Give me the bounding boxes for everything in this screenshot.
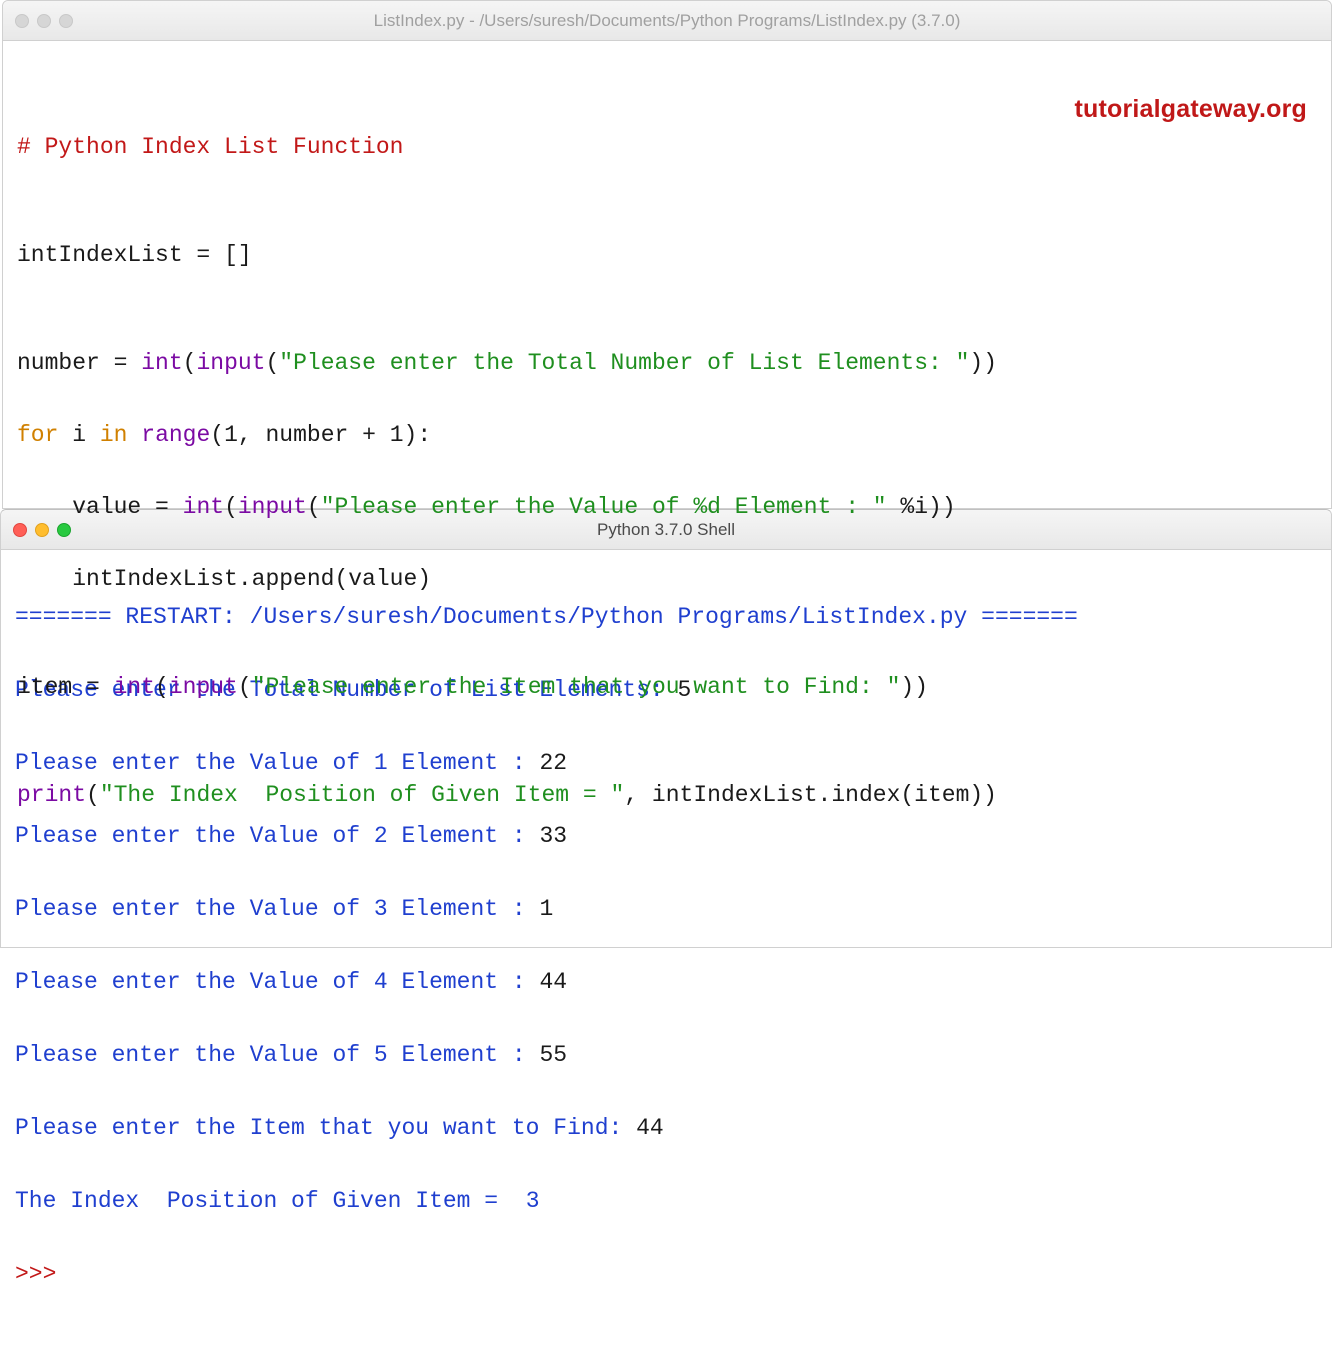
code-builtin: input — [238, 494, 307, 520]
code-text: ( — [265, 350, 279, 376]
code-builtin: input — [169, 674, 238, 700]
code-keyword: in — [100, 422, 128, 448]
shell-prompt: Please enter the Item that you want to F… — [15, 1115, 636, 1141]
code-text: ( — [307, 494, 321, 520]
code-builtin: print — [17, 782, 86, 808]
code-comment: # Python Index List Function — [17, 134, 403, 160]
code-text: ( — [155, 674, 169, 700]
code-text: )) — [969, 350, 997, 376]
code-text: , intIndexList.index(item)) — [624, 782, 997, 808]
minimize-icon[interactable] — [37, 14, 51, 28]
code-text: (1, number + 1): — [210, 422, 431, 448]
code-text: ( — [224, 494, 238, 520]
code-text: i — [58, 422, 99, 448]
close-icon[interactable] — [15, 14, 29, 28]
editor-titlebar[interactable]: ListIndex.py - /Users/suresh/Documents/P… — [3, 1, 1331, 41]
code-text: ( — [238, 674, 252, 700]
editor-traffic-lights — [15, 14, 85, 28]
code-text: )) — [900, 674, 928, 700]
shell-user-input: 44 — [636, 1115, 664, 1141]
code-text: ( — [183, 350, 197, 376]
code-text: ( — [86, 782, 100, 808]
code-builtin: int — [141, 350, 182, 376]
code-text: value = — [17, 494, 183, 520]
shell-user-input: 55 — [540, 1042, 568, 1068]
code-text — [127, 422, 141, 448]
code-text: %i)) — [887, 494, 956, 520]
code-string: "Please enter the Item that you want to … — [252, 674, 901, 700]
code-text: number = — [17, 350, 141, 376]
shell-prompt: Please enter the Value of 3 Element : — [15, 896, 540, 922]
shell-prompt: Please enter the Value of 5 Element : — [15, 1042, 540, 1068]
watermark-text: tutorialgateway.org — [1074, 91, 1307, 127]
code-text: item = — [17, 674, 114, 700]
shell-next-prompt: >>> — [15, 1261, 70, 1287]
shell-user-input: 44 — [540, 969, 568, 995]
shell-result-value: 3 — [526, 1188, 540, 1214]
code-builtin: range — [141, 422, 210, 448]
code-editor[interactable]: tutorialgateway.org # Python Index List … — [3, 41, 1331, 899]
code-builtin: int — [114, 674, 155, 700]
shell-user-input: 1 — [540, 896, 554, 922]
code-keyword: for — [17, 422, 58, 448]
code-string: "Please enter the Value of %d Element : … — [321, 494, 887, 520]
code-line: intIndexList.append(value) — [17, 561, 1317, 597]
editor-window: ListIndex.py - /Users/suresh/Documents/P… — [2, 0, 1332, 509]
shell-result-label: The Index Position of Given Item = — [15, 1188, 526, 1214]
maximize-icon[interactable] — [59, 14, 73, 28]
code-string: "The Index Position of Given Item = " — [100, 782, 625, 808]
code-line: intIndexList = [] — [17, 237, 1317, 273]
editor-window-title: ListIndex.py - /Users/suresh/Documents/P… — [85, 11, 1249, 31]
code-builtin: input — [196, 350, 265, 376]
code-builtin: int — [183, 494, 224, 520]
code-string: "Please enter the Total Number of List E… — [279, 350, 969, 376]
shell-prompt: Please enter the Value of 4 Element : — [15, 969, 540, 995]
